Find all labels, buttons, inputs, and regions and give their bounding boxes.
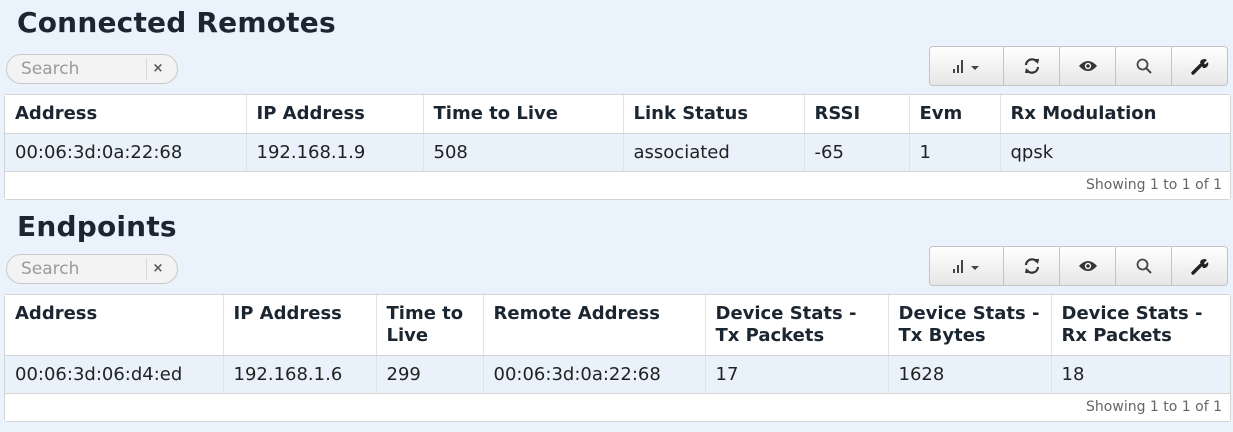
search-input[interactable] [21, 259, 141, 279]
pagination-info: Showing 1 to 1 of 1 [5, 171, 1230, 199]
cell-tx-bytes: 1628 [887, 355, 1051, 393]
eye-icon [1078, 61, 1097, 71]
column-header-address[interactable]: Address [5, 295, 223, 356]
table-row[interactable]: 00:06:3d:06:d4:ed 192.168.1.6 299 00:06:… [5, 355, 1230, 393]
search-button[interactable] [1115, 47, 1171, 85]
settings-button[interactable] [1171, 47, 1227, 85]
wrench-icon [1190, 259, 1208, 275]
endpoints-title: Endpoints [17, 210, 177, 243]
table-toolbar [929, 246, 1228, 286]
cell-rssi: -65 [803, 133, 909, 171]
table-row[interactable]: 00:06:3d:0a:22:68 192.168.1.9 508 associ… [5, 133, 1230, 171]
cell-time-to-live: 508 [422, 133, 623, 171]
table-header-row: Address IP Address Time to Live Remote A… [5, 295, 1230, 356]
search-icon [1136, 258, 1152, 274]
table-header-row: Address IP Address Time to Live Link Sta… [5, 95, 1230, 134]
cell-address: 00:06:3d:06:d4:ed [5, 355, 223, 393]
refresh-button[interactable] [1003, 247, 1059, 285]
columns-dropdown-button[interactable] [930, 47, 1003, 85]
endpoints-table: Address IP Address Time to Live Remote A… [4, 294, 1231, 422]
view-button[interactable] [1059, 247, 1115, 285]
connected-remotes-title: Connected Remotes [17, 6, 336, 39]
search-box: × [6, 254, 178, 284]
column-header-ip-address[interactable]: IP Address [245, 95, 423, 134]
column-header-link-status[interactable]: Link Status [622, 95, 804, 134]
search-box: × [6, 54, 178, 84]
clear-search-button[interactable]: × [146, 58, 169, 80]
column-header-rx-modulation[interactable]: Rx Modulation [999, 95, 1230, 134]
eye-icon [1078, 261, 1097, 271]
column-header-remote-address[interactable]: Remote Address [482, 295, 705, 356]
search-button[interactable] [1115, 247, 1171, 285]
search-icon [1136, 58, 1152, 74]
view-button[interactable] [1059, 47, 1115, 85]
connected-remotes-table: Address IP Address Time to Live Link Sta… [4, 94, 1231, 200]
pagination-info: Showing 1 to 1 of 1 [5, 393, 1230, 421]
column-header-tx-bytes[interactable]: Device Stats - Tx Bytes [887, 295, 1051, 356]
clear-search-button[interactable]: × [146, 258, 169, 280]
column-header-evm[interactable]: Evm [908, 95, 1000, 134]
cell-remote-address: 00:06:3d:0a:22:68 [482, 355, 705, 393]
cell-address: 00:06:3d:0a:22:68 [5, 133, 246, 171]
cell-rx-modulation: qpsk [999, 133, 1230, 171]
column-header-address[interactable]: Address [5, 95, 246, 134]
wrench-icon [1190, 59, 1208, 75]
cell-ip-address: 192.168.1.9 [245, 133, 423, 171]
cell-time-to-live: 299 [375, 355, 483, 393]
table-toolbar [929, 46, 1228, 86]
column-header-time-to-live[interactable]: Time to Live [422, 95, 623, 134]
cell-evm: 1 [908, 133, 1000, 171]
column-header-rx-packets[interactable]: Device Stats - Rx Packets [1050, 295, 1230, 356]
settings-button[interactable] [1171, 247, 1227, 285]
column-header-tx-packets[interactable]: Device Stats - Tx Packets [704, 295, 888, 356]
cell-link-status: associated [622, 133, 804, 171]
columns-dropdown-button[interactable] [930, 247, 1003, 285]
column-header-rssi[interactable]: RSSI [803, 95, 909, 134]
signal-icon [952, 60, 979, 73]
caret-down-icon [970, 66, 979, 70]
caret-down-icon [970, 266, 979, 270]
search-input[interactable] [21, 59, 141, 79]
refresh-icon [1024, 258, 1039, 274]
endpoints-section: Endpoints × [0, 210, 1233, 432]
column-header-time-to-live[interactable]: Time to Live [375, 295, 483, 356]
cell-tx-packets: 17 [704, 355, 888, 393]
refresh-button[interactable] [1003, 47, 1059, 85]
signal-icon [952, 260, 979, 273]
refresh-icon [1024, 58, 1039, 74]
connected-remotes-section: Connected Remotes × [0, 0, 1233, 210]
cell-rx-packets: 18 [1050, 355, 1230, 393]
column-header-ip-address[interactable]: IP Address [222, 295, 376, 356]
cell-ip-address: 192.168.1.6 [222, 355, 376, 393]
